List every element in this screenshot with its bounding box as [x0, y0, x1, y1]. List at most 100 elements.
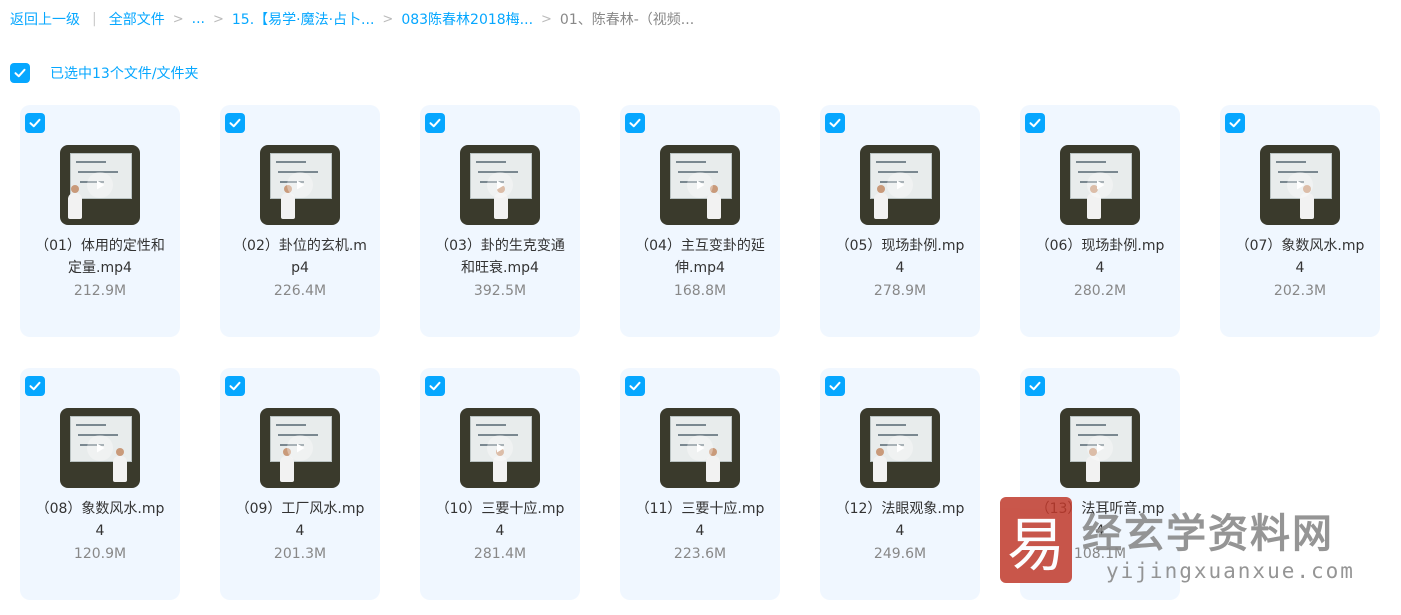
play-icon: [1287, 172, 1313, 198]
video-thumbnail[interactable]: [1060, 408, 1140, 488]
video-thumbnail[interactable]: [460, 408, 540, 488]
select-all-checkbox[interactable]: [10, 63, 30, 83]
file-card[interactable]: （12）法眼观象.mp4 249.6M: [820, 368, 980, 600]
file-card[interactable]: （10）三要十应.mp4 281.4M: [420, 368, 580, 600]
file-size: 168.8M: [673, 283, 727, 299]
file-card[interactable]: （01）体用的定性和定量.mp4 212.9M: [20, 105, 180, 337]
breadcrumb-level2[interactable]: 083陈春林2018梅...: [401, 9, 533, 29]
file-card[interactable]: （09）工厂风水.mp4 201.3M: [220, 368, 380, 600]
file-card[interactable]: （05）现场卦例.mp4 278.9M: [820, 105, 980, 337]
check-icon: [14, 68, 26, 78]
file-size: 392.5M: [473, 283, 527, 299]
breadcrumb-ellipsis[interactable]: ...: [192, 11, 205, 27]
video-thumbnail[interactable]: [260, 408, 340, 488]
all-files-link[interactable]: 全部文件: [109, 9, 165, 29]
file-size: 120.9M: [73, 546, 127, 562]
file-card[interactable]: （04）主互变卦的延伸.mp4 168.8M: [620, 105, 780, 337]
file-size: 108.1M: [1073, 546, 1127, 562]
chevron-right-icon: >: [172, 11, 184, 27]
video-thumbnail[interactable]: [460, 145, 540, 225]
file-card[interactable]: （03）卦的生克变通和旺衰.mp4 392.5M: [420, 105, 580, 337]
file-checkbox[interactable]: [1025, 113, 1045, 133]
back-link[interactable]: 返回上一级: [10, 9, 80, 29]
file-size: 223.6M: [673, 546, 727, 562]
breadcrumb-level1[interactable]: 15.【易学·魔法·占卜...: [232, 9, 375, 29]
play-icon: [287, 172, 313, 198]
file-name[interactable]: （10）三要十应.mp4: [432, 498, 568, 542]
file-size: 249.6M: [873, 546, 927, 562]
file-checkbox[interactable]: [1025, 376, 1045, 396]
play-icon: [1087, 435, 1113, 461]
presenter-shape: [873, 456, 887, 482]
file-checkbox[interactable]: [625, 113, 645, 133]
file-checkbox[interactable]: [625, 376, 645, 396]
file-name[interactable]: （04）主互变卦的延伸.mp4: [632, 235, 768, 279]
video-thumbnail[interactable]: [660, 408, 740, 488]
check-icon: [629, 118, 641, 128]
file-name[interactable]: （02）卦位的玄机.mp4: [232, 235, 368, 279]
file-card[interactable]: （11）三要十应.mp4 223.6M: [620, 368, 780, 600]
play-icon: [887, 172, 913, 198]
play-icon: [487, 172, 513, 198]
check-icon: [429, 381, 441, 391]
check-icon: [1029, 381, 1041, 391]
file-checkbox[interactable]: [225, 376, 245, 396]
selection-count-text: 已选中13个文件/文件夹: [50, 66, 199, 82]
check-icon: [1229, 118, 1241, 128]
video-thumbnail[interactable]: [860, 408, 940, 488]
file-name[interactable]: （09）工厂风水.mp4: [232, 498, 368, 542]
check-icon: [229, 118, 241, 128]
file-name[interactable]: （13）法耳听音.mp4: [1032, 498, 1168, 542]
file-checkbox[interactable]: [225, 113, 245, 133]
selection-bar: 已选中13个文件/文件夹: [10, 63, 199, 83]
presenter-shape: [706, 456, 720, 482]
video-thumbnail[interactable]: [60, 145, 140, 225]
presenter-shape: [68, 193, 82, 219]
check-icon: [29, 118, 41, 128]
play-icon: [87, 435, 113, 461]
file-name[interactable]: （11）三要十应.mp4: [632, 498, 768, 542]
file-name[interactable]: （08）象数风水.mp4: [32, 498, 168, 542]
check-icon: [229, 381, 241, 391]
presenter-shape: [280, 456, 294, 482]
play-icon: [887, 435, 913, 461]
file-size: 280.2M: [1073, 283, 1127, 299]
file-name[interactable]: （05）现场卦例.mp4: [832, 235, 968, 279]
file-size: 212.9M: [73, 283, 127, 299]
chevron-right-icon: >: [382, 11, 394, 27]
file-name[interactable]: （03）卦的生克变通和旺衰.mp4: [432, 235, 568, 279]
video-thumbnail[interactable]: [60, 408, 140, 488]
file-size: 278.9M: [873, 283, 927, 299]
file-size: 201.3M: [273, 546, 327, 562]
file-checkbox[interactable]: [25, 376, 45, 396]
file-checkbox[interactable]: [1225, 113, 1245, 133]
file-checkbox[interactable]: [25, 113, 45, 133]
video-thumbnail[interactable]: [660, 145, 740, 225]
file-name[interactable]: （07）象数风水.mp4: [1232, 235, 1368, 279]
chevron-right-icon: >: [541, 11, 552, 27]
file-checkbox[interactable]: [425, 376, 445, 396]
file-checkbox[interactable]: [425, 113, 445, 133]
file-card[interactable]: （13）法耳听音.mp4 108.1M: [1020, 368, 1180, 600]
video-thumbnail[interactable]: [260, 145, 340, 225]
file-name[interactable]: （01）体用的定性和定量.mp4: [32, 235, 168, 279]
presenter-shape: [707, 193, 721, 219]
file-name[interactable]: （06）现场卦例.mp4: [1032, 235, 1168, 279]
check-icon: [1029, 118, 1041, 128]
file-card[interactable]: （06）现场卦例.mp4 280.2M: [1020, 105, 1180, 337]
video-thumbnail[interactable]: [1260, 145, 1340, 225]
file-name[interactable]: （12）法眼观象.mp4: [832, 498, 968, 542]
video-thumbnail[interactable]: [860, 145, 940, 225]
file-checkbox[interactable]: [825, 376, 845, 396]
check-icon: [829, 118, 841, 128]
video-thumbnail[interactable]: [1060, 145, 1140, 225]
file-checkbox[interactable]: [825, 113, 845, 133]
file-card[interactable]: （08）象数风水.mp4 120.9M: [20, 368, 180, 600]
file-card[interactable]: （07）象数风水.mp4 202.3M: [1220, 105, 1380, 337]
play-icon: [687, 435, 713, 461]
check-icon: [829, 381, 841, 391]
file-card[interactable]: （02）卦位的玄机.mp4 226.4M: [220, 105, 380, 337]
chevron-right-icon: >: [212, 11, 224, 27]
play-icon: [87, 172, 113, 198]
file-size: 226.4M: [273, 283, 327, 299]
